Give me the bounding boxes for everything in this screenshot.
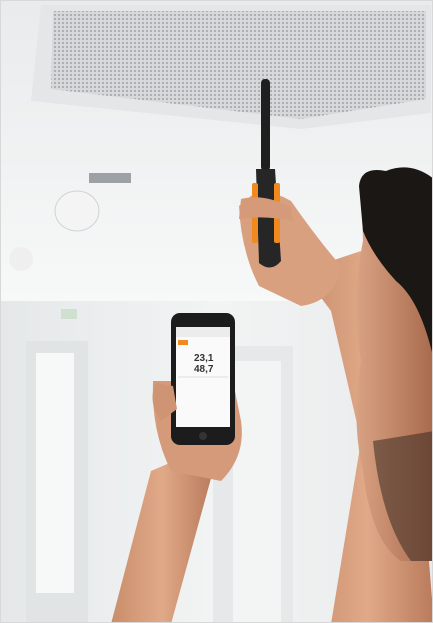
ceiling-light xyxy=(9,247,33,271)
ceiling-grille xyxy=(89,173,131,183)
phone-screen-header xyxy=(176,327,230,337)
phone-accent-tab xyxy=(178,340,188,345)
smoke-detector xyxy=(54,190,100,232)
photo-frame: 23,1 48,7 xyxy=(0,0,433,623)
phone-home-button xyxy=(199,432,207,440)
phone-reading-1: 23,1 xyxy=(194,353,214,364)
exit-sign xyxy=(61,309,77,319)
doorway-center-light xyxy=(233,361,281,622)
phone-reading-2: 48,7 xyxy=(194,364,214,375)
scene-photo xyxy=(1,1,432,622)
probe-tip xyxy=(261,79,270,171)
doorway-left-light xyxy=(36,353,74,593)
